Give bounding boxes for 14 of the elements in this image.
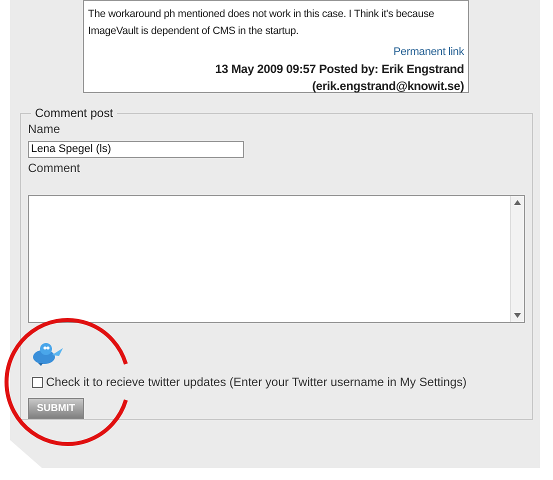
author-email: (erik.engstrand@knowit.se) <box>312 78 464 95</box>
comment-text: The workaround ph mentioned does not work in this case. I Think it's because ImageVault is dependent of CMS in the startup. <box>88 7 436 39</box>
permanent-link[interactable]: Permanent link <box>393 44 464 61</box>
panel-legend: Comment post <box>31 104 118 122</box>
name-field[interactable]: Lena Spegel (ls) <box>28 140 244 158</box>
comment-field[interactable] <box>28 195 525 323</box>
name-label: Name <box>28 122 62 136</box>
scroll-down-icon[interactable] <box>514 313 521 318</box>
scrollbar[interactable] <box>510 196 524 322</box>
bird-icon <box>32 342 64 366</box>
posted-by-text: 13 May 2009 09:57 Posted by: Erik Engstrand <box>215 61 464 78</box>
comment-label: Comment <box>28 161 82 175</box>
scroll-up-icon[interactable] <box>514 200 521 205</box>
twitter-checkbox[interactable] <box>32 376 43 388</box>
